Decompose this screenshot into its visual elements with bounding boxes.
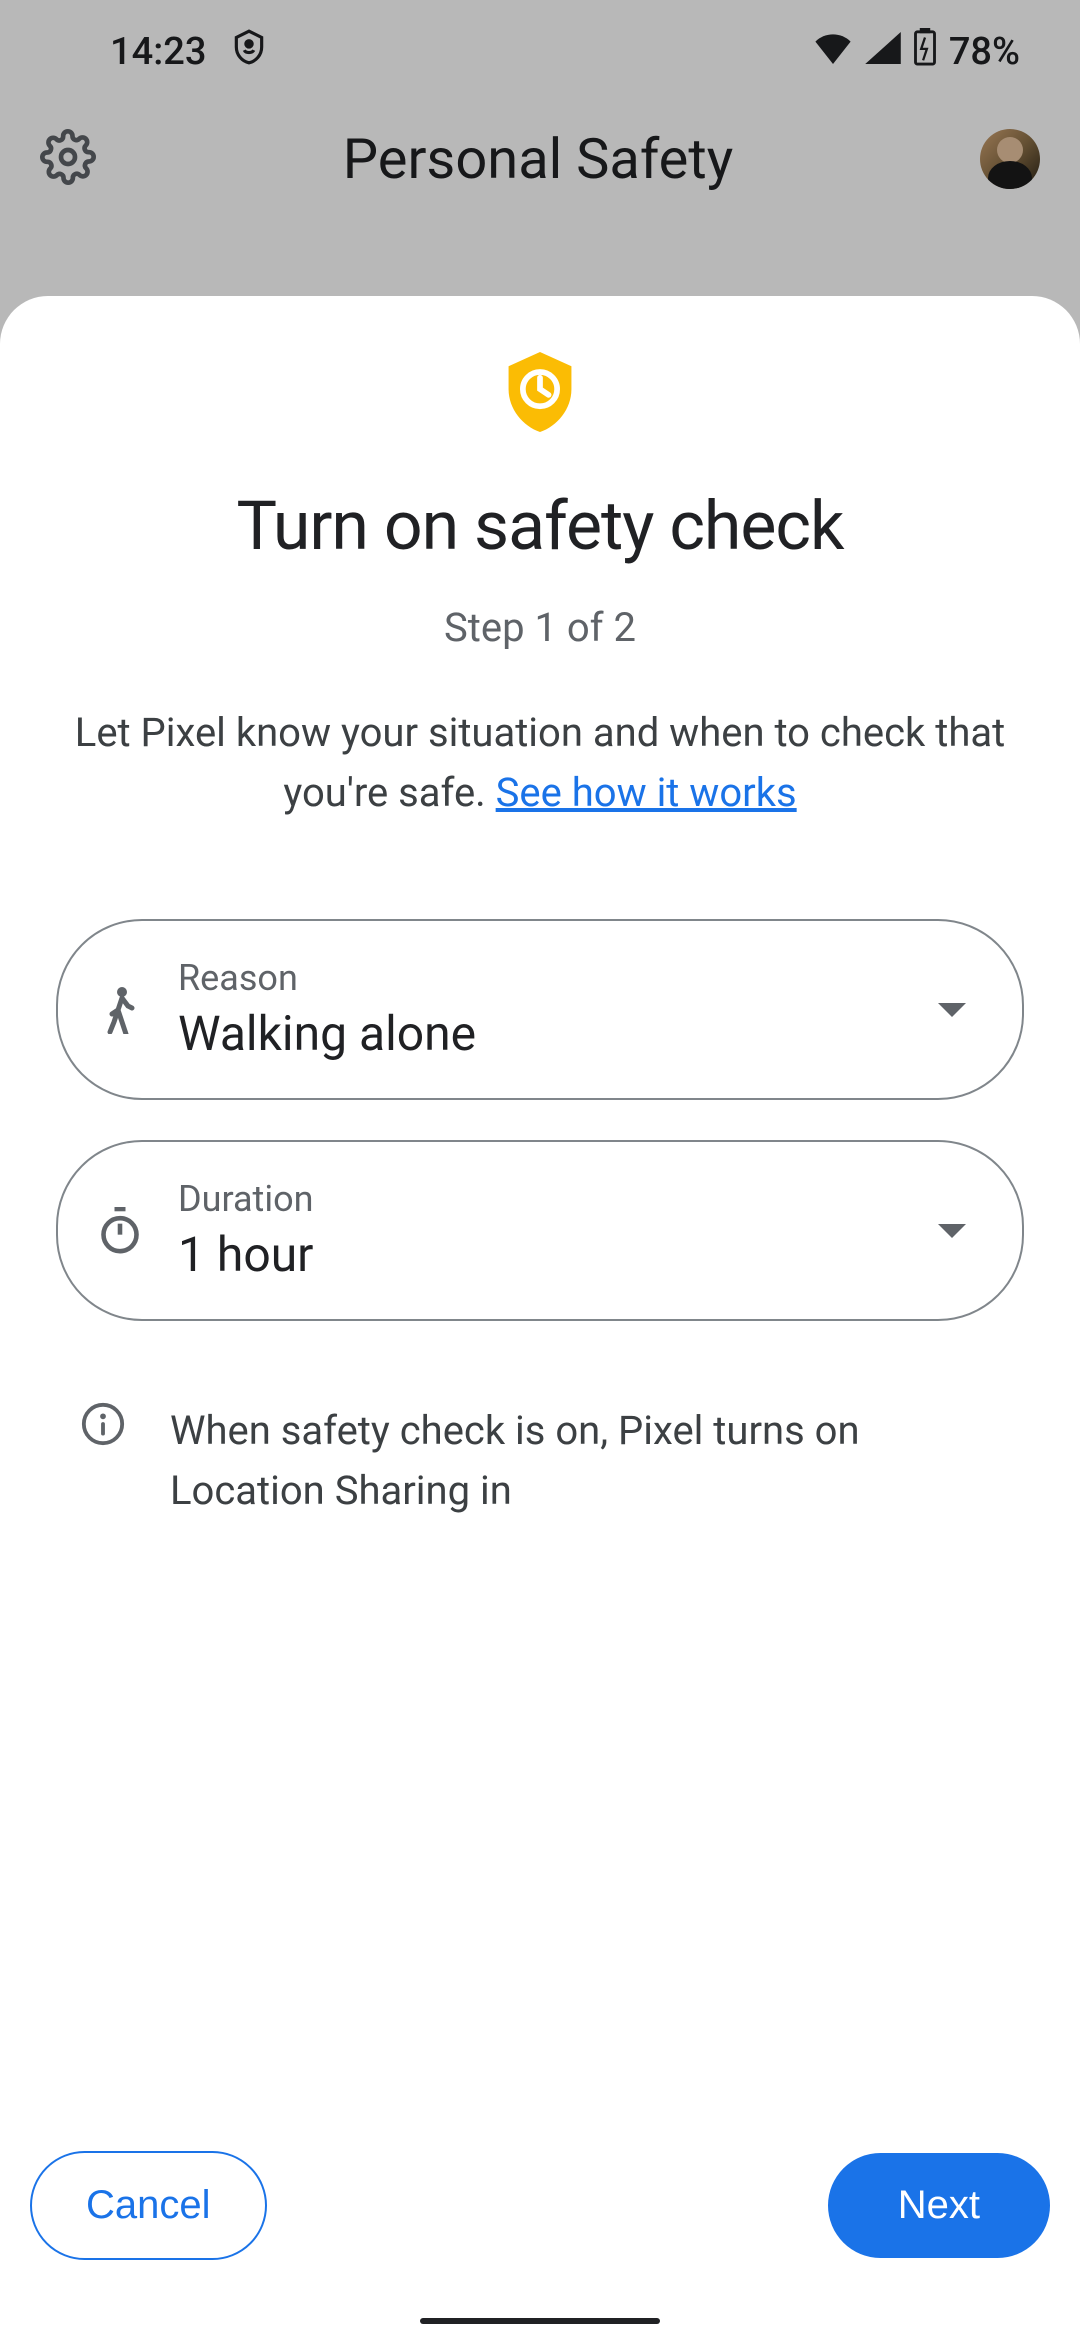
see-how-it-works-link[interactable]: See how it works	[496, 769, 797, 816]
reason-label: Reason	[178, 957, 966, 999]
nav-handle[interactable]	[420, 2318, 660, 2324]
duration-value: 1 hour	[178, 1226, 966, 1283]
cancel-button[interactable]: Cancel	[30, 2151, 267, 2260]
battery-percent: 78%	[949, 30, 1020, 74]
gear-icon[interactable]	[40, 129, 96, 189]
timer-icon	[98, 1209, 142, 1253]
sheet-title: Turn on safety check	[56, 486, 1024, 566]
safety-shield-icon	[56, 352, 1024, 432]
battery-icon	[913, 28, 937, 76]
info-row: When safety check is on, Pixel turns on …	[56, 1401, 1024, 1521]
duration-label: Duration	[178, 1178, 966, 1220]
duration-dropdown[interactable]: Duration 1 hour	[56, 1140, 1024, 1321]
chevron-down-icon	[938, 1224, 966, 1238]
avatar[interactable]	[980, 129, 1040, 189]
walking-icon	[98, 988, 142, 1032]
chevron-down-icon	[938, 1003, 966, 1017]
sheet-description: Let Pixel know your situation and when t…	[56, 703, 1024, 823]
cell-signal-icon	[865, 30, 901, 74]
step-indicator: Step 1 of 2	[56, 604, 1024, 651]
status-time: 14:23	[110, 30, 206, 74]
status-bar: 14:23 78	[0, 0, 1080, 86]
wifi-icon	[813, 30, 853, 74]
shield-icon	[230, 28, 268, 76]
next-button[interactable]: Next	[828, 2153, 1050, 2258]
info-icon	[80, 1401, 126, 1451]
button-row: Cancel Next	[30, 2151, 1050, 2260]
app-header: Personal Safety	[0, 86, 1080, 232]
reason-dropdown[interactable]: Reason Walking alone	[56, 919, 1024, 1100]
info-text: When safety check is on, Pixel turns on …	[170, 1401, 1000, 1521]
safety-check-sheet: Turn on safety check Step 1 of 2 Let Pix…	[0, 296, 1080, 2340]
app-title: Personal Safety	[96, 126, 980, 192]
reason-value: Walking alone	[178, 1005, 966, 1062]
